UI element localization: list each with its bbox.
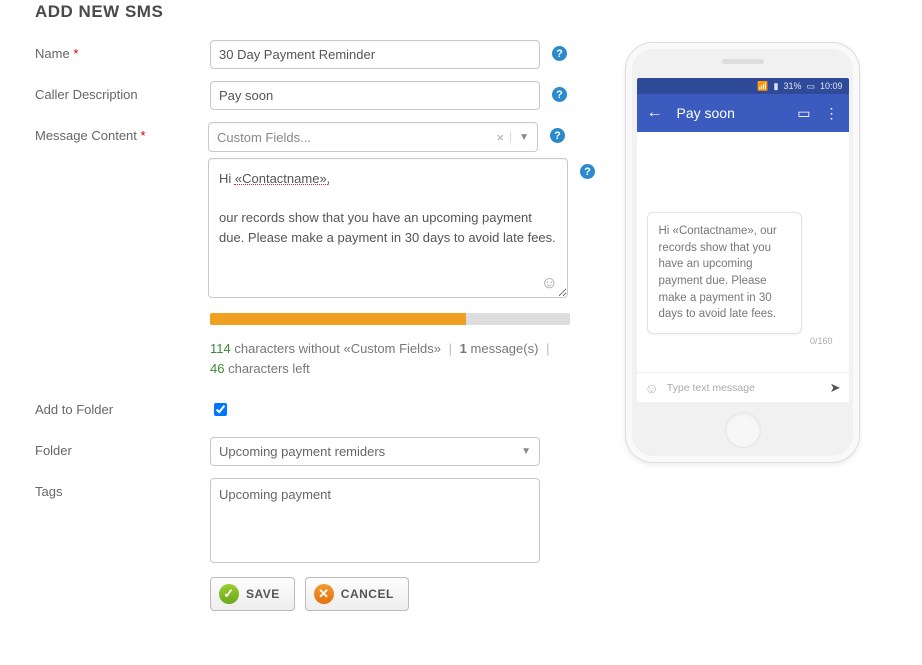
emoji-icon[interactable]: ☺	[645, 380, 659, 396]
chevron-down-icon: ▼	[510, 132, 529, 143]
page-title: ADD NEW SMS	[35, 2, 922, 22]
chat-status-icon: ▭	[806, 81, 815, 92]
label-caller: Caller Description	[35, 81, 210, 102]
label-folder: Folder	[35, 437, 210, 458]
char-progress	[210, 313, 570, 325]
help-icon[interactable]: ?	[552, 46, 567, 61]
save-button[interactable]: ✓ SAVE	[210, 577, 295, 611]
phone-composer: ☺ Type text message ➤	[637, 372, 849, 402]
phone-speaker	[722, 59, 764, 64]
composer-placeholder[interactable]: Type text message	[667, 382, 822, 394]
help-icon[interactable]: ?	[580, 164, 595, 179]
chat-icon[interactable]: ▭	[797, 105, 810, 122]
message-bubble: Hi «Contactname», our records show that …	[647, 212, 802, 334]
message-counter: 0/160	[647, 334, 839, 346]
tags-input[interactable]: Upcoming payment	[210, 478, 540, 563]
battery-icon: ▮	[773, 81, 778, 92]
form-column: Name * ? Caller Description ? Message Co…	[35, 40, 595, 611]
label-tags: Tags	[35, 478, 210, 499]
close-icon: ✕	[314, 584, 334, 604]
emoji-icon[interactable]: ☺	[541, 273, 558, 293]
chevron-down-icon: ▼	[521, 446, 531, 457]
clear-icon[interactable]: ×	[491, 130, 511, 145]
name-input[interactable]	[210, 40, 540, 69]
menu-dots-icon[interactable]: ⋮	[825, 105, 839, 122]
spellcheck-underline	[234, 184, 328, 185]
check-icon: ✓	[219, 584, 239, 604]
add-to-folder-checkbox[interactable]	[214, 403, 227, 416]
custom-fields-select[interactable]: Custom Fields... × ▼	[208, 122, 538, 152]
phone-home-button[interactable]	[725, 412, 761, 448]
help-icon[interactable]: ?	[552, 87, 567, 102]
label-content: Message Content *	[35, 122, 208, 143]
back-icon[interactable]: ←	[647, 104, 663, 122]
char-info: 114 characters without «Custom Fields» |…	[210, 339, 570, 378]
folder-select[interactable]: Upcoming payment remiders ▼	[210, 437, 540, 466]
char-progress-fill	[210, 313, 466, 325]
phone-preview: 📶 ▮ 31% ▭ 10:09 ← Pay soon ▭ ⋮ Hi «Conta…	[625, 42, 860, 463]
phone-screen: 📶 ▮ 31% ▭ 10:09 ← Pay soon ▭ ⋮ Hi «Conta…	[637, 78, 849, 402]
phone-message-area: Hi «Contactname», our records show that …	[637, 132, 849, 372]
message-textarea[interactable]: Hi «Contactname», our records show that …	[208, 158, 568, 298]
caller-input[interactable]	[210, 81, 540, 110]
signal-icon: 📶	[757, 81, 768, 92]
phone-statusbar: 📶 ▮ 31% ▭ 10:09	[637, 78, 849, 94]
phone-appbar: ← Pay soon ▭ ⋮	[637, 94, 849, 132]
help-icon[interactable]: ?	[550, 128, 565, 143]
label-add-folder: Add to Folder	[35, 396, 210, 417]
send-icon[interactable]: ➤	[830, 380, 841, 396]
tag-item: Upcoming payment	[219, 487, 331, 502]
phone-title: Pay soon	[677, 105, 784, 121]
cancel-button[interactable]: ✕ CANCEL	[305, 577, 409, 611]
label-name: Name *	[35, 40, 210, 61]
